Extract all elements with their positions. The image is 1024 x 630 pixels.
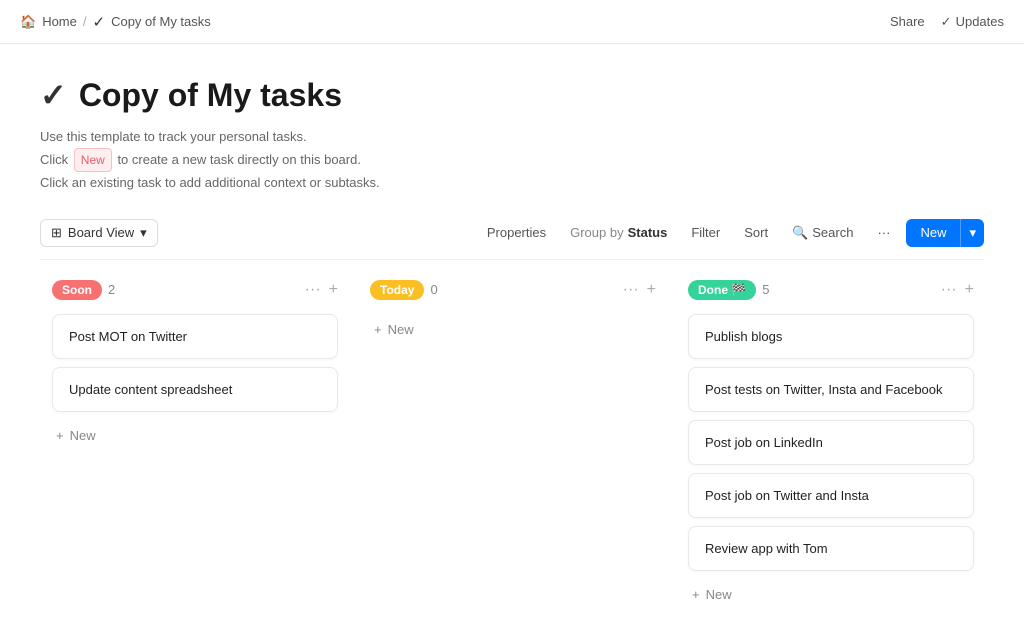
plus-icon: + (692, 587, 700, 602)
done-actions: ··· + (941, 281, 974, 299)
add-new-label: New (70, 428, 96, 443)
today-add-button[interactable]: + (647, 281, 656, 299)
nav-actions: Share ✓ Updates (890, 14, 1004, 30)
desc-line-1: Use this template to track your personal… (40, 126, 984, 148)
column-done: Done 🏁 5 ··· + Publish blogs Post tests … (676, 280, 984, 610)
sort-button[interactable]: Sort (736, 220, 776, 245)
kanban-board: Soon 2 ··· + Post MOT on Twitter Update … (40, 280, 984, 610)
breadcrumb: 🏠 Home / ✓ Copy of My tasks (20, 13, 211, 31)
task-card[interactable]: Review app with Tom (688, 526, 974, 571)
column-done-header: Done 🏁 5 ··· + (688, 280, 974, 300)
properties-button[interactable]: Properties (479, 220, 554, 245)
done-count: 5 (762, 282, 769, 297)
column-soon: Soon 2 ··· + Post MOT on Twitter Update … (40, 280, 350, 451)
page-title-check-icon: ✓ (40, 76, 67, 114)
updates-button[interactable]: ✓ Updates (941, 14, 1004, 30)
task-text: Post job on LinkedIn (705, 435, 823, 450)
search-label: Search (812, 225, 853, 240)
home-icon: 🏠 (20, 14, 36, 30)
task-text: Post MOT on Twitter (69, 329, 187, 344)
page-header: ✓ Copy of My tasks (40, 76, 984, 114)
done-more-button[interactable]: ··· (941, 281, 957, 299)
task-card[interactable]: Post job on LinkedIn (688, 420, 974, 465)
today-count: 0 (430, 282, 437, 297)
breadcrumb-separator: / (83, 14, 87, 29)
top-nav: 🏠 Home / ✓ Copy of My tasks Share ✓ Upda… (0, 0, 1024, 44)
filter-label: Filter (691, 225, 720, 240)
done-add-new-button[interactable]: + New (688, 579, 736, 610)
column-today-header: Today 0 ··· + (370, 280, 656, 300)
desc-line-2: Click New to create a new task directly … (40, 148, 984, 172)
board-view-button[interactable]: ⊞ Board View ▾ (40, 219, 158, 247)
desc-pre: Click (40, 152, 68, 167)
add-new-label: New (388, 322, 414, 337)
task-text: Review app with Tom (705, 541, 828, 556)
page-title: Copy of My tasks (79, 77, 342, 114)
soon-badge: Soon (52, 280, 102, 300)
task-text: Post tests on Twitter, Insta and Faceboo… (705, 382, 943, 397)
task-text: Publish blogs (705, 329, 782, 344)
breadcrumb-page-label[interactable]: Copy of My tasks (111, 14, 211, 29)
new-task-caret: ▾ (960, 219, 984, 247)
plus-icon: + (374, 322, 382, 337)
soon-actions: ··· + (305, 281, 338, 299)
page-description: Use this template to track your personal… (40, 126, 984, 195)
filter-button[interactable]: Filter (683, 220, 728, 245)
new-inline-badge: New (74, 148, 112, 172)
today-add-new-button[interactable]: + New (370, 314, 418, 345)
updates-label: Updates (956, 14, 1004, 29)
search-icon: 🔍 (792, 225, 808, 241)
desc-line-3: Click an existing task to add additional… (40, 172, 984, 194)
new-task-label: New (906, 219, 960, 246)
new-task-button[interactable]: New ▾ (906, 219, 984, 247)
soon-more-button[interactable]: ··· (305, 281, 321, 299)
toolbar: ⊞ Board View ▾ Properties Group by Statu… (40, 219, 984, 260)
column-today: Today 0 ··· + + New (358, 280, 668, 345)
today-more-button[interactable]: ··· (623, 281, 639, 299)
soon-add-button[interactable]: + (329, 281, 338, 299)
desc-post: to create a new task directly on this bo… (117, 152, 361, 167)
check-icon: ✓ (941, 14, 952, 30)
home-link[interactable]: Home (42, 14, 77, 29)
breadcrumb-check-icon: ✓ (93, 13, 106, 31)
soon-count: 2 (108, 282, 115, 297)
column-soon-header: Soon 2 ··· + (52, 280, 338, 300)
more-options-button[interactable]: ··· (869, 220, 898, 245)
board-view-icon: ⊞ (51, 225, 62, 241)
today-badge: Today (370, 280, 424, 300)
task-card[interactable]: Publish blogs (688, 314, 974, 359)
task-text: Update content spreadsheet (69, 382, 232, 397)
group-by-prefix: Group by (570, 225, 623, 240)
toolbar-left: ⊞ Board View ▾ (40, 219, 158, 247)
task-card[interactable]: Update content spreadsheet (52, 367, 338, 412)
sort-label: Sort (744, 225, 768, 240)
done-badge: Done 🏁 (688, 280, 756, 300)
toolbar-right: Properties Group by Status Filter Sort 🔍… (479, 219, 984, 247)
task-card[interactable]: Post job on Twitter and Insta (688, 473, 974, 518)
soon-add-new-button[interactable]: + New (52, 420, 100, 451)
group-by-button[interactable]: Group by Status (562, 220, 675, 245)
done-add-button[interactable]: + (965, 281, 974, 299)
board-view-chevron: ▾ (140, 225, 147, 241)
task-card[interactable]: Post tests on Twitter, Insta and Faceboo… (688, 367, 974, 412)
group-by-value: Status (628, 225, 668, 240)
task-card[interactable]: Post MOT on Twitter (52, 314, 338, 359)
add-new-label: New (706, 587, 732, 602)
properties-label: Properties (487, 225, 546, 240)
search-button[interactable]: 🔍 Search (784, 220, 861, 246)
share-button[interactable]: Share (890, 14, 925, 29)
today-actions: ··· + (623, 281, 656, 299)
plus-icon: + (56, 428, 64, 443)
page-content: ✓ Copy of My tasks Use this template to … (0, 44, 1024, 630)
board-view-label: Board View (68, 225, 134, 240)
task-text: Post job on Twitter and Insta (705, 488, 869, 503)
